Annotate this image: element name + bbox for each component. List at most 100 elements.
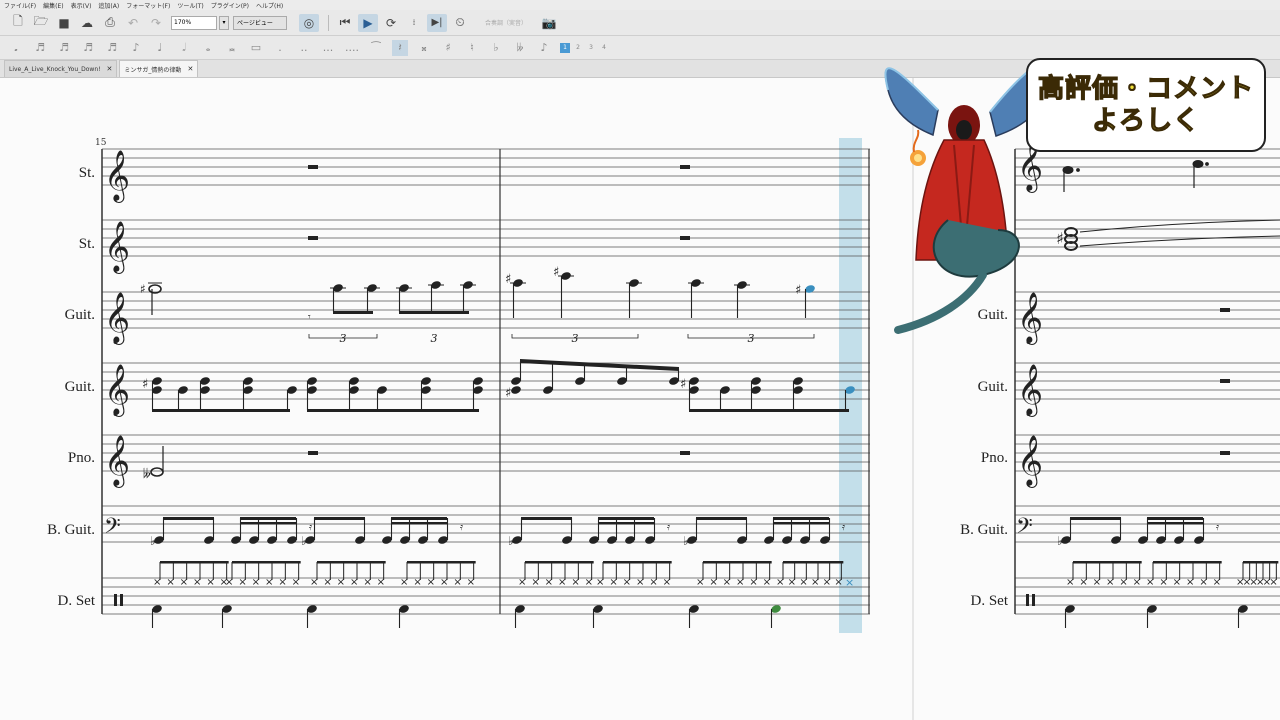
save-icon[interactable]: ■ [54,14,74,32]
note-16th-icon[interactable]: ♬ [104,40,120,56]
drum-set-notes: × × × × × ×× × × × × × × × × × × × × × × × × × × × × × × × × × × × × × × × × ×… [151,561,1279,628]
cross-note-head: × [845,576,854,589]
whole-rest [308,165,318,169]
menu-file[interactable]: ファイル(F) [4,1,36,10]
sharp-icon: ♯ [795,283,801,298]
beam [1070,517,1121,520]
beam [399,311,469,314]
note-128th-icon[interactable]: ♬ [32,40,48,56]
tab-minsaga[interactable]: ミンサガ_情熱の律動 ✕ [119,60,199,77]
menu-edit[interactable]: 編集(E) [43,1,63,10]
toolbar-divider [328,14,329,31]
zoom-field[interactable]: 170% [171,15,217,30]
voice-3-button[interactable]: 3 [586,43,596,53]
tuplet-number: 3 [748,332,755,345]
treble-clef-icon: 𝄞 [104,221,130,274]
cloud-upload-icon[interactable]: ☁ [77,14,97,32]
instrument-label-guitar-2: Guit. [65,379,95,395]
open-folder-icon[interactable]: 🗁 [31,14,51,32]
double-sharp-icon[interactable]: 𝄪 [416,40,432,56]
zoom-dropdown-icon[interactable]: ▾ [219,15,229,30]
play-repeats-icon[interactable]: ▶| [427,13,447,32]
metronome-icon[interactable]: ⏲ [450,14,470,32]
undo-icon[interactable]: ↶ [123,14,143,32]
note-half-icon[interactable]: 𝅗𝅥 [176,40,192,56]
double-dot-icon[interactable]: .. [296,40,312,56]
menu-format[interactable]: フォーマット(F) [126,1,170,10]
whole-rest [308,236,318,240]
tuplet-number: 3 [340,332,347,345]
beam [163,517,214,520]
triple-dot-icon[interactable]: ... [320,40,336,56]
score-canvas[interactable]: 15 St. St. Guit. Guit. Pno. B. Guit. D. … [0,58,1280,720]
dot-icon[interactable]: . [272,40,288,56]
sharp-icon[interactable]: ♯ [440,40,456,56]
menu-add[interactable]: 追加(A) [98,1,119,10]
flat-icon[interactable]: ♭ [488,40,504,56]
promo-speech-bubble: 高評価・コメント よろしく [1026,58,1266,152]
menu-help[interactable]: ヘルプ(H) [256,1,283,10]
note-quarter-icon[interactable]: ♩ [152,40,168,56]
tab-label: Live_A_Live_Knock_You_Down! [9,65,101,73]
close-icon[interactable]: ✕ [107,65,113,73]
loop-icon[interactable]: ⟳ [381,14,401,32]
note-64th-icon[interactable]: ♬ [56,40,72,56]
beam [333,311,373,314]
instrument-label-guitar-1: Guit. [65,307,95,323]
beam [598,522,654,525]
octave-marker: 8 [113,337,118,346]
note-input-mode-icon[interactable]: ◎ [299,13,319,32]
play-icon[interactable]: ▶ [358,13,378,32]
menu-tools[interactable]: ツール(T) [177,1,203,10]
whole-rest [1220,379,1230,383]
voice-2-button[interactable]: 2 [573,43,583,53]
note-breve-icon[interactable]: 𝅜 [224,40,240,56]
concert-pitch-toggle[interactable]: 合奏調（実音） [485,18,527,27]
menu-view[interactable]: 表示(V) [71,1,92,10]
quad-dot-icon[interactable]: .... [344,40,360,56]
loop-in-icon[interactable]: ⁞ [404,14,424,32]
beam [307,409,479,412]
tie-icon[interactable]: ⁀ [368,40,384,56]
percussion-clef-icon [114,594,117,606]
percussion-clef-icon [1026,594,1029,606]
instrument-label-strings-2: St. [79,236,95,252]
instrument-label-piano: Pno. [68,450,95,466]
beam [696,517,747,520]
measure-number: 15 [95,138,107,148]
rewind-icon[interactable]: ⏮ [335,14,355,32]
close-icon[interactable]: ✕ [187,65,193,73]
note-longa-icon[interactable]: ▭ [248,40,264,56]
natural-icon[interactable]: ♮ [464,40,480,56]
redo-icon[interactable]: ↷ [146,14,166,32]
new-score-icon[interactable]: 🗋 [8,14,28,32]
beam [521,517,572,520]
whole-rest [680,165,690,169]
promo-line-2: よろしく [1091,105,1200,136]
octave-marker: 8 [113,409,118,418]
promo-line-1: 高評価・コメント [1037,73,1254,104]
note-head [150,467,164,477]
voice-1-button[interactable]: 1 [560,42,570,53]
treble-clef-icon: 𝄞 [1017,435,1043,488]
menu-plugins[interactable]: プラグイン(P) [211,1,249,10]
note-32nd-icon[interactable]: ♬ [80,40,96,56]
whole-rest [1220,451,1230,455]
image-capture-icon[interactable]: 📷 [539,14,559,32]
sharp-icon: ♯ [505,386,511,401]
sharp-icon: ♯ [680,377,686,392]
sixteenth-rest: 𝄿 [1216,522,1219,533]
percussion-clef-icon [120,594,123,606]
flip-direction-icon[interactable]: ♪ [536,40,552,56]
note-whole-icon[interactable]: 𝅝 [200,40,216,56]
note-eighth-icon[interactable]: ♪ [128,40,144,56]
double-flat-icon[interactable]: 𝄫 [512,40,528,56]
beam [232,561,301,564]
note-input-icon[interactable]: 𝅘 [8,40,24,56]
tab-live-a-live[interactable]: Live_A_Live_Knock_You_Down! ✕ [4,60,118,77]
view-mode-select[interactable]: ページビュー [233,15,287,30]
sixteenth-rest: 𝄿 [667,522,670,533]
print-icon[interactable]: ⎙ [100,14,120,32]
rest-icon[interactable]: 𝄽 [392,39,408,56]
voice-4-button[interactable]: 4 [599,43,609,53]
